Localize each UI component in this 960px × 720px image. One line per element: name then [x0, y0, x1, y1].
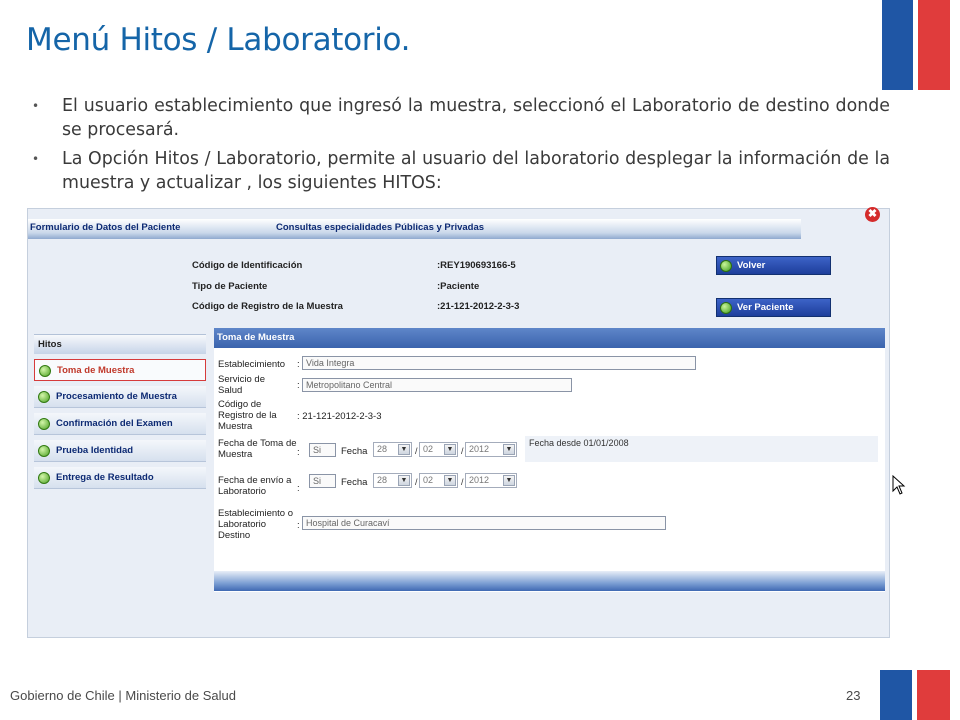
- hito-toma-muestra[interactable]: Toma de Muestra: [34, 359, 206, 381]
- app-tab-bar: Formulario de Datos del Paciente Consult…: [28, 219, 801, 239]
- hito-prueba-identidad[interactable]: Prueba Identidad: [34, 440, 206, 462]
- month-select[interactable]: 02 ▼: [419, 442, 458, 457]
- sample-code-value: :21-121-2012-2-3-3: [437, 301, 520, 312]
- date-separator: /: [461, 477, 464, 487]
- hito-entrega-resultado[interactable]: Entrega de Resultado: [34, 467, 206, 489]
- status-dot-icon: [38, 418, 50, 430]
- colon: :: [297, 483, 300, 494]
- date-note: Fecha desde 01/01/2008: [525, 436, 878, 462]
- id-code-label: Código de Identificación: [192, 260, 303, 271]
- hito-confirmacion[interactable]: Confirmación del Examen: [34, 413, 206, 435]
- servicio-label: Servicio de Salud: [218, 374, 265, 396]
- fecha-label: Fecha: [341, 477, 368, 488]
- flag-blue-stripe: [880, 670, 915, 720]
- day-value: 28: [377, 475, 388, 485]
- panel-footer-bar: [214, 571, 885, 591]
- fecha-label: Fecha: [341, 446, 368, 457]
- status-dot-icon: [38, 445, 50, 457]
- chevron-down-icon: ▼: [444, 444, 456, 455]
- day-select[interactable]: 28 ▼: [373, 442, 412, 457]
- hito-label: Toma de Muestra: [57, 365, 135, 376]
- date-separator: /: [415, 477, 418, 487]
- establecimiento-field[interactable]: Vida Integra: [302, 356, 696, 370]
- si-field[interactable]: Si: [309, 443, 336, 457]
- flag-blue-stripe: [882, 0, 916, 90]
- year-select[interactable]: 2012 ▼: [465, 442, 517, 457]
- patient-type-value: :Paciente: [437, 281, 480, 292]
- close-icon[interactable]: ✖: [865, 207, 880, 222]
- date-separator: /: [461, 446, 464, 456]
- status-dot-icon: [39, 365, 51, 377]
- bullet-text: La Opción Hitos / Laboratorio, permite a…: [62, 149, 890, 193]
- bullet-list: • El usuario establecimiento que ingresó…: [30, 94, 890, 200]
- codigo-registro-label: Código de Registro de la Muestra: [218, 399, 277, 432]
- view-patient-button[interactable]: Ver Paciente: [716, 298, 831, 317]
- year-select-envio[interactable]: 2012 ▼: [465, 473, 517, 488]
- chevron-down-icon: ▼: [503, 444, 515, 455]
- sample-code-label: Código de Registro de la Muestra: [192, 301, 343, 312]
- chile-flag-logo-bottom: [880, 670, 950, 720]
- colon: :: [297, 359, 300, 370]
- flag-separator: [913, 0, 918, 90]
- id-code-value: :REY190693166-5: [437, 260, 516, 271]
- status-dot-icon: [38, 391, 50, 403]
- flag-red-stripe: [915, 670, 950, 720]
- hitos-header: Hitos: [34, 334, 206, 354]
- mouse-pointer-icon: [892, 475, 906, 495]
- bullet-text: El usuario establecimiento que ingresó l…: [62, 96, 890, 140]
- year-value: 2012: [469, 444, 490, 454]
- hito-label: Prueba Identidad: [56, 445, 134, 456]
- status-dot-icon: [38, 472, 50, 484]
- go-icon: [720, 260, 732, 272]
- back-button[interactable]: Volver: [716, 256, 831, 275]
- day-select-envio[interactable]: 28 ▼: [373, 473, 412, 488]
- panel-header: Toma de Muestra: [214, 328, 885, 348]
- go-icon: [720, 302, 732, 314]
- colon: :: [297, 380, 300, 391]
- flag-separator: [912, 670, 917, 720]
- month-select-envio[interactable]: 02 ▼: [419, 473, 458, 488]
- fecha-toma-label: Fecha de Toma de Muestra: [218, 438, 297, 460]
- month-value: 02: [423, 475, 434, 485]
- fecha-envio-label: Fecha de envío a Laboratorio: [218, 475, 292, 497]
- patient-type-label: Tipo de Paciente: [192, 281, 268, 292]
- day-value: 28: [377, 444, 388, 454]
- destino-field[interactable]: Hospital de Curacaví: [302, 516, 666, 530]
- si-field-envio[interactable]: Si: [309, 474, 336, 488]
- colon: :: [297, 447, 300, 458]
- establecimiento-label: Establecimiento: [218, 359, 286, 370]
- chevron-down-icon: ▼: [444, 475, 456, 486]
- footer-organization: Gobierno de Chile | Ministerio de Salud: [10, 688, 236, 703]
- hito-label: Confirmación del Examen: [56, 418, 173, 429]
- bullet-dot-icon: •: [32, 152, 40, 166]
- flag-red-stripe: [916, 0, 950, 90]
- codigo-registro-value: : 21-121-2012-2-3-3: [297, 411, 382, 422]
- colon: :: [297, 520, 300, 531]
- hito-label: Procesamiento de Muestra: [56, 391, 177, 402]
- destino-label: Establecimiento o Laboratorio Destino: [218, 508, 293, 541]
- chevron-down-icon: ▼: [398, 444, 410, 455]
- toma-muestra-panel: Toma de Muestra Establecimiento : Vida I…: [214, 328, 885, 592]
- bullet-item: • La Opción Hitos / Laboratorio, permite…: [30, 147, 890, 195]
- chevron-down-icon: ▼: [503, 475, 515, 486]
- app-screenshot: Formulario de Datos del Paciente Consult…: [27, 207, 906, 638]
- tab-specialties[interactable]: Consultas especialidades Públicas y Priv…: [276, 222, 484, 233]
- chile-flag-logo: [882, 0, 950, 90]
- chevron-down-icon: ▼: [398, 475, 410, 486]
- page-number: 23: [846, 688, 861, 703]
- month-value: 02: [423, 444, 434, 454]
- back-button-label: Volver: [737, 260, 766, 271]
- tab-patient-form[interactable]: Formulario de Datos del Paciente: [30, 222, 180, 233]
- page-title: Menú Hitos / Laboratorio.: [26, 22, 411, 58]
- view-patient-label: Ver Paciente: [737, 302, 794, 313]
- bullet-item: • El usuario establecimiento que ingresó…: [30, 94, 890, 142]
- date-separator: /: [415, 446, 418, 456]
- year-value: 2012: [469, 475, 490, 485]
- bullet-dot-icon: •: [32, 99, 40, 113]
- hito-procesamiento[interactable]: Procesamiento de Muestra: [34, 386, 206, 408]
- hito-label: Entrega de Resultado: [56, 472, 154, 483]
- servicio-field[interactable]: Metropolitano Central: [302, 378, 572, 392]
